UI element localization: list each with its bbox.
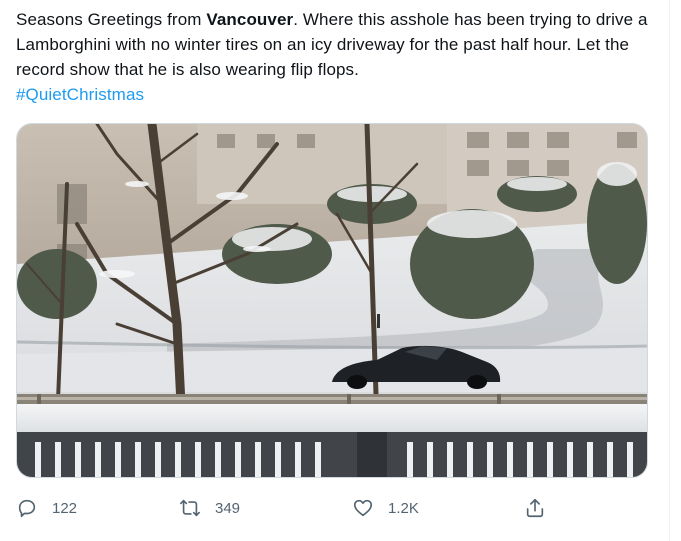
retweet-count: 349 — [215, 499, 241, 517]
tweet-card: Seasons Greetings from Vancouver. Where … — [0, 0, 681, 541]
hashtag-link[interactable]: #QuietChristmas — [16, 85, 144, 104]
snowy-driveway-scene — [17, 124, 647, 477]
retweet-button[interactable]: 349 — [179, 497, 240, 519]
share-button[interactable] — [524, 497, 546, 519]
tweet-text: Seasons Greetings from Vancouver. Where … — [16, 7, 656, 107]
retweet-arrows-icon — [180, 499, 200, 517]
reply-button[interactable]: 122 — [16, 497, 77, 519]
timeline-border — [669, 0, 670, 541]
tweet-bold-city: Vancouver — [206, 10, 294, 29]
share-upload-icon — [526, 498, 544, 518]
tweet-text-part: Seasons Greetings from — [16, 10, 207, 29]
like-count: 1.2K — [388, 499, 419, 517]
like-button[interactable]: 1.2K — [352, 497, 419, 519]
tweet-actions: 122 349 1.2K — [16, 492, 556, 524]
heart-icon — [353, 499, 373, 517]
reply-count: 122 — [52, 499, 78, 517]
tweet-video-media[interactable] — [16, 123, 648, 478]
reply-bubble-icon — [18, 499, 36, 518]
